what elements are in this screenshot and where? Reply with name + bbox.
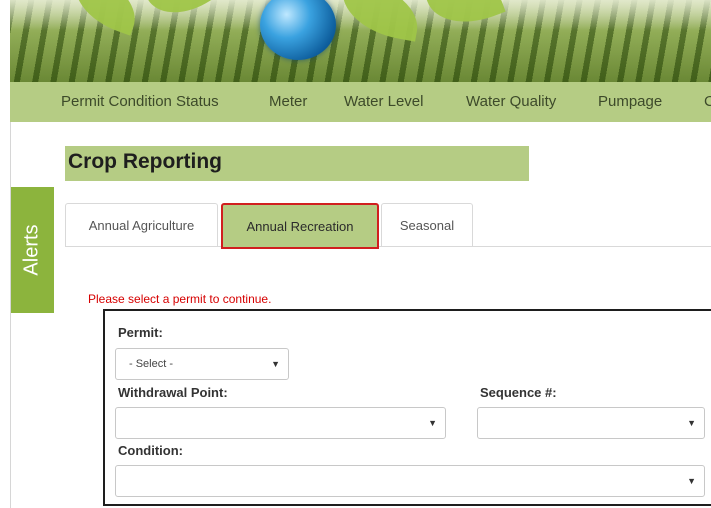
page-title: Crop Reporting — [68, 150, 222, 173]
permit-select-value: - Select - — [129, 358, 174, 370]
nav-item-overflow[interactable]: C — [704, 93, 711, 110]
alerts-label: Alerts — [20, 224, 43, 276]
sequence-select[interactable]: ▼ — [477, 407, 705, 439]
tab-annual-recreation[interactable]: Annual Recreation — [221, 203, 379, 249]
page-title-bar: Crop Reporting — [65, 146, 529, 181]
tab-seasonal[interactable]: Seasonal — [381, 203, 473, 246]
withdrawal-point-label: Withdrawal Point: — [118, 385, 228, 400]
condition-select[interactable]: ▼ — [115, 465, 705, 497]
tab-label: Annual Recreation — [246, 218, 354, 234]
withdrawal-point-select[interactable]: ▼ — [115, 407, 446, 439]
tab-label: Annual Agriculture — [88, 217, 195, 233]
tab-label: Seasonal — [399, 217, 455, 233]
chevron-down-icon: ▼ — [687, 476, 696, 486]
permit-select[interactable]: - Select - ▼ — [115, 348, 289, 380]
main-nav: Permit Condition Status Meter Water Leve… — [10, 82, 711, 122]
nav-item-water-level[interactable]: Water Level — [344, 93, 423, 110]
permit-form: Permit: - Select - ▼ Withdrawal Point: ▼… — [103, 309, 711, 506]
header-banner — [10, 0, 711, 82]
chevron-down-icon: ▼ — [428, 418, 437, 428]
condition-label: Condition: — [118, 443, 183, 458]
nav-item-water-quality[interactable]: Water Quality — [466, 93, 556, 110]
permit-warning-message: Please select a permit to continue. — [88, 292, 272, 306]
tab-annual-agriculture[interactable]: Annual Agriculture — [65, 203, 218, 246]
nav-item-meter[interactable]: Meter — [269, 93, 307, 110]
nav-item-permit-condition-status[interactable]: Permit Condition Status — [61, 93, 219, 110]
permit-label: Permit: — [118, 325, 163, 340]
chevron-down-icon: ▼ — [687, 418, 696, 428]
nav-item-pumpage[interactable]: Pumpage — [598, 93, 662, 110]
chevron-down-icon: ▼ — [271, 359, 280, 369]
sequence-label: Sequence #: — [480, 385, 557, 400]
tabs-divider — [65, 246, 711, 247]
alerts-tab[interactable]: Alerts — [11, 187, 54, 313]
